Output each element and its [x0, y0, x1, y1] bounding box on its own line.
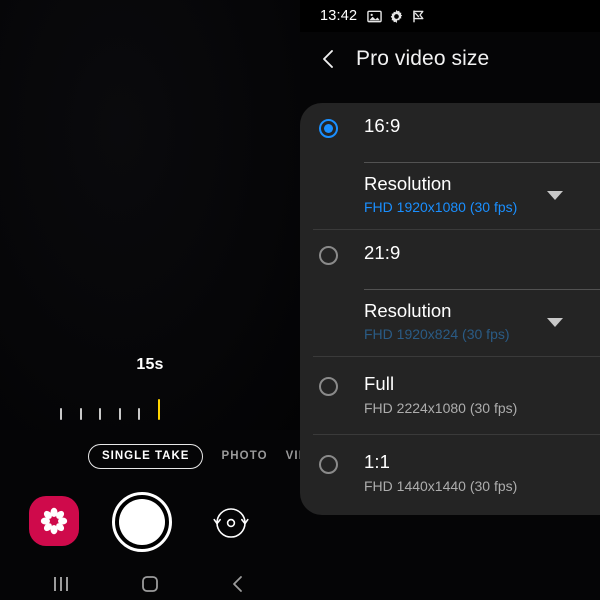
option-subtitle-full: FHD 2224x1080 (30 fps) [364, 400, 518, 416]
resolution-value-16-9: FHD 1920x1080 (30 fps) [364, 199, 518, 215]
option-title-full: Full [364, 373, 395, 394]
radio-1-1[interactable] [319, 455, 338, 474]
shutter-button[interactable] [112, 492, 172, 552]
chevron-left-icon [323, 50, 333, 68]
option-group-1-1: 1:1 FHD 1440x1440 (30 fps) [300, 435, 600, 512]
camera-flip-icon [213, 508, 249, 538]
tick-mark [60, 408, 62, 420]
radio-21-9[interactable] [319, 246, 338, 265]
home-icon [142, 576, 158, 592]
recents-button[interactable] [40, 570, 84, 598]
option-title-16-9: 16:9 [364, 115, 401, 136]
mode-single-take[interactable]: SINGLE TAKE [88, 443, 204, 469]
status-bar-clock: 13:42 [320, 8, 358, 24]
option-subtitle-1-1: FHD 1440x1440 (30 fps) [364, 478, 518, 494]
option-group-21-9: 21:9 Resolution FHD 1920x824 (30 fps) [300, 230, 600, 356]
option-group-16-9: 16:9 Resolution FHD 1920x1080 (30 fps) [300, 103, 600, 229]
android-nav-bar [0, 568, 300, 600]
camera-flip-button[interactable] [208, 500, 254, 546]
option-text-full: Full FHD 2224x1080 (30 fps) [364, 373, 600, 418]
tick-mark [118, 408, 121, 420]
radio-full[interactable] [319, 377, 338, 396]
radio-dot [324, 124, 333, 133]
chevron-down-icon-16-9[interactable] [544, 190, 566, 200]
shutter-button-icon [119, 499, 165, 545]
option-text-16-9: 16:9 [364, 115, 600, 137]
flower-gallery-icon [40, 507, 68, 535]
tick-mark [138, 408, 141, 420]
image-icon [367, 9, 383, 24]
chevron-down-icon-21-9[interactable] [544, 317, 566, 327]
resolution-value-21-9: FHD 1920x824 (30 fps) [364, 326, 510, 342]
option-row-1-1[interactable]: 1:1 FHD 1440x1440 (30 fps) [300, 435, 600, 512]
single-take-timer: 15s [136, 356, 164, 373]
pro-video-size-options-panel: 16:9 Resolution FHD 1920x1080 (30 fps) 2… [300, 103, 600, 515]
option-title-21-9: 21:9 [364, 242, 401, 263]
tick-mark [99, 408, 102, 420]
duration-tick-ruler[interactable] [60, 398, 160, 420]
option-group-full: Full FHD 2224x1080 (30 fps) [300, 357, 600, 434]
radio-16-9[interactable] [319, 119, 338, 138]
gear-icon [389, 9, 404, 24]
recents-icon [54, 577, 68, 591]
flag-icon [411, 9, 426, 24]
page-title: Pro video size [356, 47, 490, 70]
resolution-text-16-9: Resolution FHD 1920x1080 (30 fps) [364, 173, 544, 217]
option-row-21-9[interactable]: 21:9 [300, 230, 600, 278]
back-button-nav[interactable] [216, 570, 260, 598]
option-text-21-9: 21:9 [364, 242, 600, 264]
status-bar: 13:42 [300, 0, 600, 32]
resolution-row-16-9[interactable]: Resolution FHD 1920x1080 (30 fps) [300, 163, 600, 229]
camera-mode-selector[interactable]: SINGLE TAKE PHOTO VIDEO [0, 442, 326, 470]
mode-photo[interactable]: PHOTO [221, 450, 267, 462]
back-button[interactable] [314, 44, 344, 74]
tick-mark [79, 408, 82, 420]
back-icon [233, 576, 242, 592]
phone-screen: 15s SINGLE TAKE PHOTO VIDEO [0, 0, 600, 600]
page-header: Pro video size [300, 36, 600, 82]
resolution-label-16-9: Resolution [364, 173, 452, 194]
option-text-1-1: 1:1 FHD 1440x1440 (30 fps) [364, 451, 600, 496]
resolution-row-21-9[interactable]: Resolution FHD 1920x824 (30 fps) [300, 290, 600, 356]
option-row-full[interactable]: Full FHD 2224x1080 (30 fps) [300, 357, 600, 434]
tick-mark-active [157, 399, 160, 420]
home-button[interactable] [128, 570, 172, 598]
resolution-label-21-9: Resolution [364, 300, 452, 321]
gallery-button[interactable] [29, 496, 79, 546]
option-row-16-9[interactable]: 16:9 [300, 103, 600, 151]
option-title-1-1: 1:1 [364, 451, 391, 472]
resolution-text-21-9: Resolution FHD 1920x824 (30 fps) [364, 300, 544, 344]
